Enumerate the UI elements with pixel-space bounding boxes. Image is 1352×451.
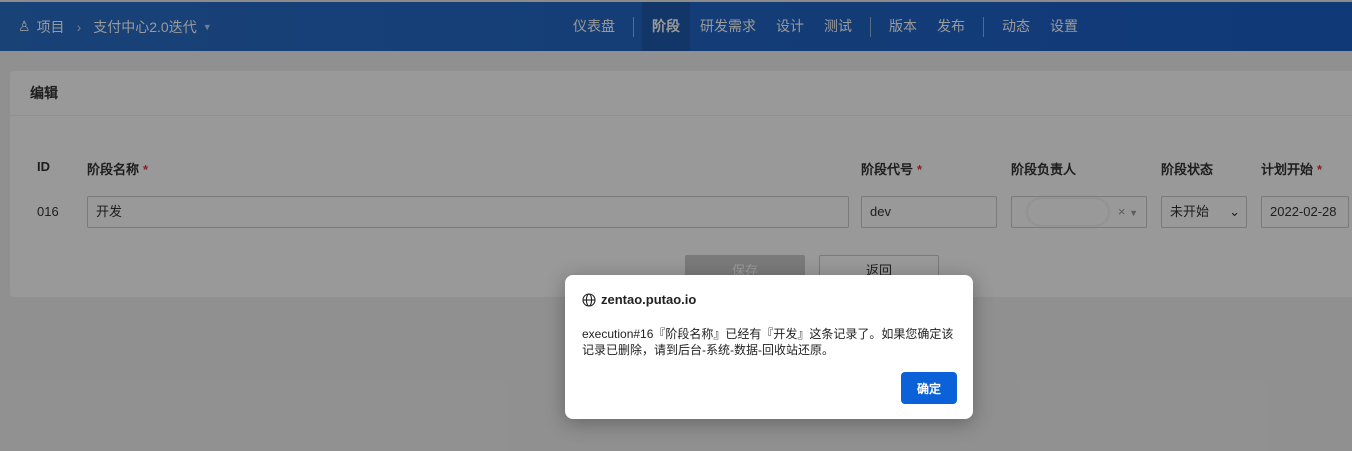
globe-icon bbox=[582, 292, 596, 307]
dialog-message: execution#16『阶段名称』已经有『开发』这条记录了。如果您确定该记录已… bbox=[582, 327, 954, 357]
dialog-origin: zentao.putao.io bbox=[601, 292, 697, 307]
alert-dialog: zentao.putao.io execution#16『阶段名称』已经有『开发… bbox=[565, 275, 973, 419]
ok-button[interactable]: 确定 bbox=[901, 372, 957, 404]
